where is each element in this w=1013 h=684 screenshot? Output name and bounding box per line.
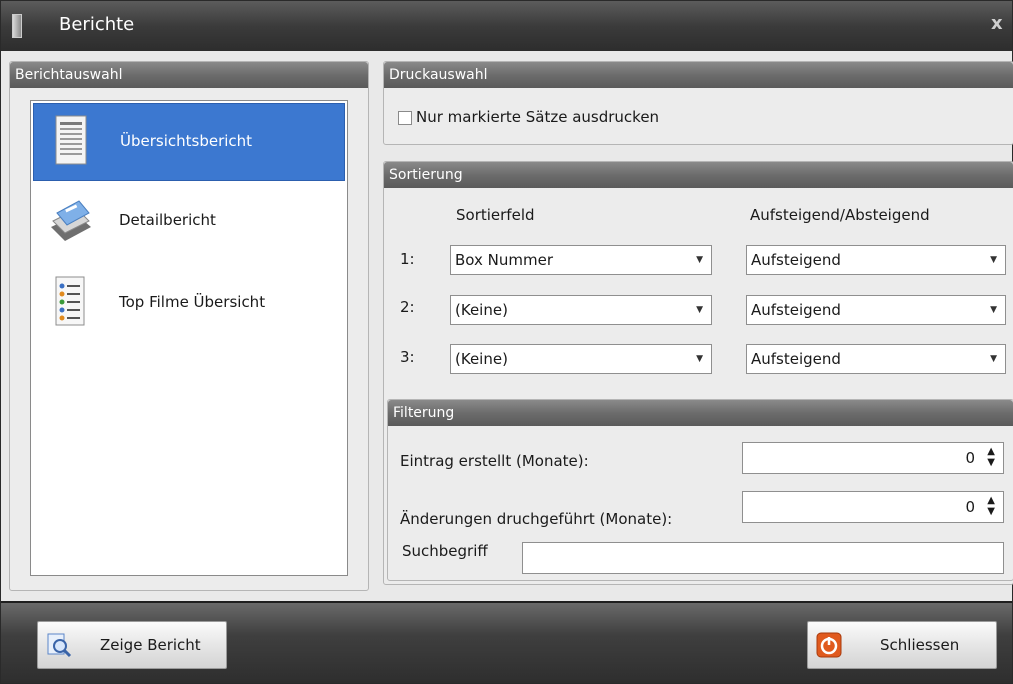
sortfield-select-3[interactable]: (Keine) ▼ [450, 344, 712, 374]
chevron-down-icon: ▼ [990, 354, 997, 364]
order-value: Aufsteigend [751, 301, 841, 319]
marked-only-checkbox[interactable] [398, 111, 412, 125]
druckauswahl-group: Druckauswahl Nur markierte Sätze ausdruc… [383, 61, 1013, 145]
filterung-group: Filterung Eintrag erstellt (Monate): 0 ▲… [387, 399, 1013, 581]
sortfield-select-2[interactable]: (Keine) ▼ [450, 295, 712, 325]
order-value: Aufsteigend [751, 251, 841, 269]
report-item-top-filme[interactable]: Top Filme Übersicht [33, 265, 345, 343]
created-months-spinner[interactable]: 0 ▲ ▼ [742, 442, 1004, 474]
document-list-icon [55, 115, 87, 165]
sortfield-column-header: Sortierfeld [456, 206, 535, 224]
power-icon [816, 632, 842, 658]
changed-months-spinner[interactable]: 0 ▲ ▼ [742, 491, 1004, 523]
stacked-pages-icon [51, 200, 91, 241]
spinner-value: 0 [965, 498, 975, 516]
sort-row-number: 3: [400, 348, 415, 366]
spin-up-icon[interactable]: ▲ [987, 495, 995, 506]
filterung-header: Filterung [388, 400, 1013, 426]
bottom-bar: Zeige Bericht Schliessen [1, 601, 1012, 683]
sortierung-header: Sortierung [384, 162, 1013, 188]
order-select-3[interactable]: Aufsteigend ▼ [746, 344, 1006, 374]
close-icon[interactable]: x [991, 13, 1003, 34]
sortfield-value: (Keine) [455, 301, 508, 319]
sort-row-number: 2: [400, 298, 415, 316]
changed-months-label: Änderungen druchgeführt (Monate): [400, 510, 673, 528]
close-button-label: Schliessen [880, 636, 960, 654]
chevron-down-icon: ▼ [990, 305, 997, 315]
sortfield-value: (Keine) [455, 350, 508, 368]
spinner-value: 0 [965, 449, 975, 467]
app-icon [12, 14, 22, 38]
berichtauswahl-group: Berichtauswahl Übersichtsbericht Detailb… [9, 61, 369, 591]
sort-row-number: 1: [400, 250, 415, 268]
checklist-icon [55, 276, 85, 326]
search-term-label: Suchbegriff [402, 542, 488, 560]
spin-down-icon[interactable]: ▼ [987, 506, 995, 517]
marked-only-label: Nur markierte Sätze ausdrucken [416, 108, 660, 126]
created-months-label: Eintrag erstellt (Monate): [400, 452, 589, 470]
chevron-down-icon: ▼ [696, 354, 703, 364]
berichtauswahl-header: Berichtauswahl [10, 62, 368, 88]
order-value: Aufsteigend [751, 350, 841, 368]
druckauswahl-header: Druckauswahl [384, 62, 1013, 88]
order-column-header: Aufsteigend/Absteigend [750, 206, 930, 224]
report-item-uebersichtsbericht[interactable]: Übersichtsbericht [33, 103, 345, 181]
order-select-2[interactable]: Aufsteigend ▼ [746, 295, 1006, 325]
show-report-label: Zeige Bericht [100, 636, 201, 654]
spin-down-icon[interactable]: ▼ [987, 457, 995, 468]
report-item-detailbericht[interactable]: Detailbericht [33, 183, 345, 261]
report-list: Übersichtsbericht Detailbericht Top Film… [30, 100, 348, 576]
show-report-button[interactable]: Zeige Bericht [37, 621, 227, 669]
magnifier-document-icon [47, 633, 72, 658]
window-title: Berichte [59, 14, 135, 35]
search-term-input[interactable] [522, 542, 1004, 574]
close-button[interactable]: Schliessen [807, 621, 997, 669]
report-item-label: Top Filme Übersicht [119, 293, 266, 311]
chevron-down-icon: ▼ [696, 305, 703, 315]
report-item-label: Detailbericht [119, 211, 216, 229]
report-item-label: Übersichtsbericht [120, 132, 253, 150]
chevron-down-icon: ▼ [990, 255, 997, 265]
berichte-window: Berichte x Berichtauswahl Übersichtsberi… [0, 0, 1013, 684]
chevron-down-icon: ▼ [696, 255, 703, 265]
title-bar: Berichte x [1, 1, 1012, 51]
sortfield-value: Box Nummer [455, 251, 553, 269]
order-select-1[interactable]: Aufsteigend ▼ [746, 245, 1006, 275]
spin-up-icon[interactable]: ▲ [987, 446, 995, 457]
sortfield-select-1[interactable]: Box Nummer ▼ [450, 245, 712, 275]
